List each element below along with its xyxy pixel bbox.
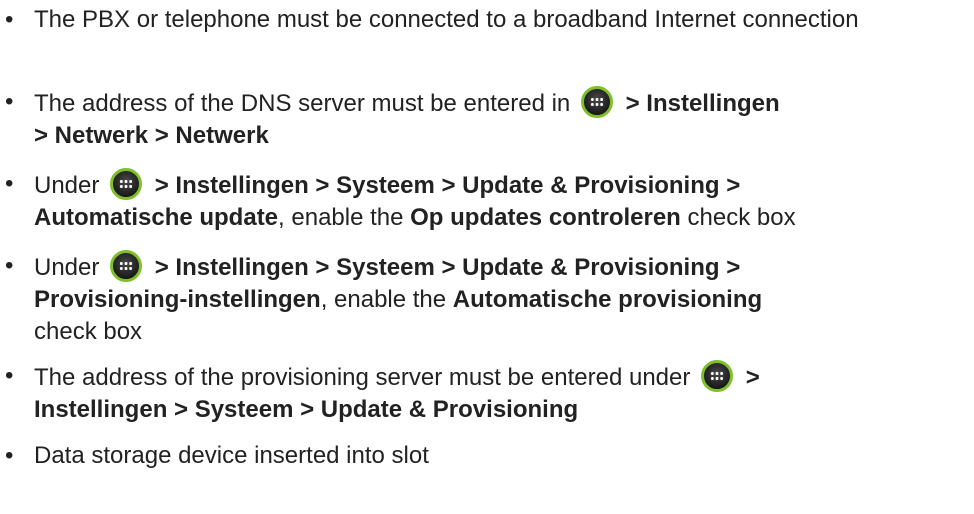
menu-path: > Netwerk > Netwerk [34,122,269,149]
list-item-text: check box [680,204,796,231]
list-item-text: The PBX or telephone must be connected t… [34,6,859,33]
list-item: • The address of the provisioning server… [0,360,974,426]
menu-path: > Instellingen [625,90,780,117]
list-item-text: The address of the DNS server must be en… [34,90,571,117]
list-item: • The PBX or telephone must be connected… [0,4,974,36]
list-item: • Under > Instellingen > Systeem > Updat… [0,250,974,348]
list-item-text: Under [34,172,100,199]
checkbox-name: Automatische provisioning [452,286,763,313]
list-item-text: The address of the provisioning server m… [34,364,691,391]
bullet: • [5,6,14,33]
apps-grid-icon [580,86,613,118]
menu-path: > Instellingen > Systeem > Update & Prov… [154,254,741,281]
document-page: • The PBX or telephone must be connected… [0,0,974,514]
list-item-text: check box [34,318,143,345]
menu-path: Instellingen > Systeem > Update & Provis… [34,396,579,423]
checkbox-name: Op updates controleren [410,204,681,231]
list-item-text: , enable the [320,286,453,313]
bullet: • [5,252,14,279]
apps-grid-icon [110,168,143,200]
menu-path: > Instellingen > Systeem > Update & Prov… [154,172,741,199]
list-item: • The address of the DNS server must be … [0,86,974,152]
menu-path: > [745,364,760,391]
menu-path: Provisioning-instellingen [34,286,321,313]
list-item: • Under > Instellingen > Systeem > Updat… [0,168,974,234]
list-item-text: , enable the [278,204,411,231]
list-item: • Data storage device inserted into slot [0,440,974,472]
apps-grid-icon [110,250,143,282]
menu-path: Automatische update [34,204,279,231]
bullet: • [5,442,14,469]
bullet: • [5,88,14,115]
apps-grid-icon [701,360,734,392]
list-item-text: Under [34,254,100,281]
bullet: • [5,170,14,197]
bullet: • [5,362,14,389]
list-item-text: Data storage device inserted into slot [34,442,429,469]
